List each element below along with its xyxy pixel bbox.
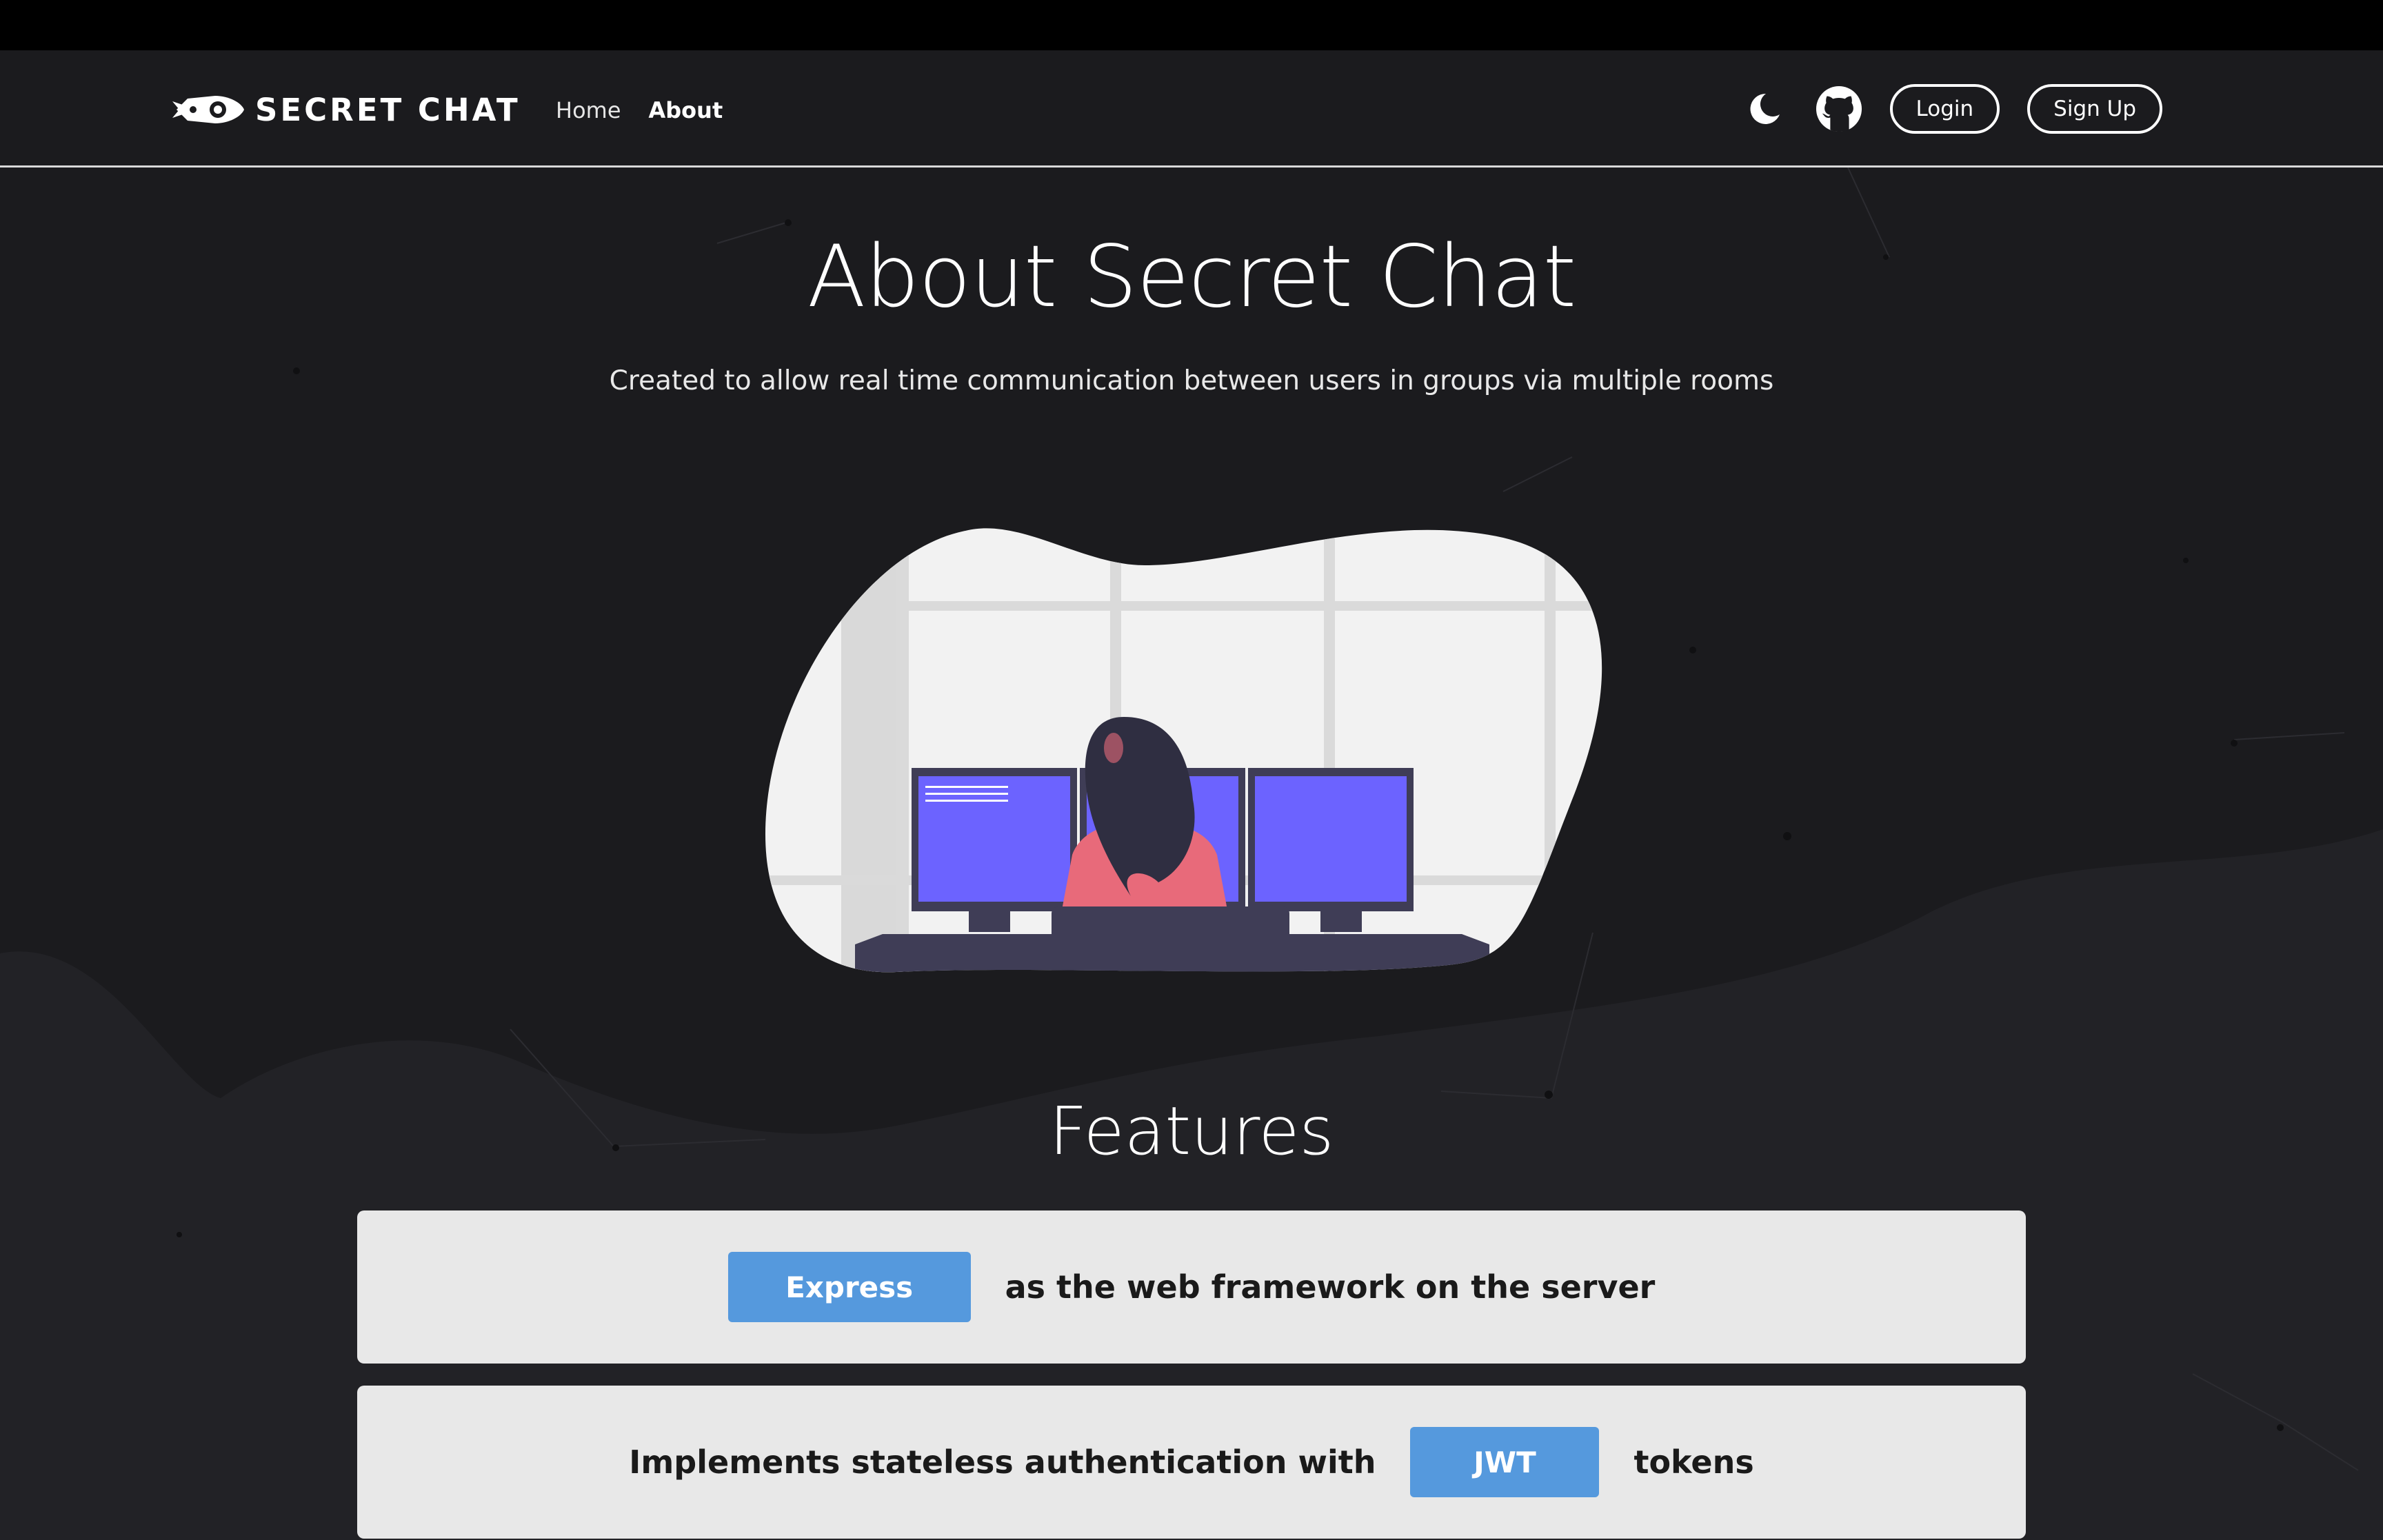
page-title: About Secret Chat [807,227,1577,327]
feature-tag-jwt: JWT [1410,1427,1600,1497]
feature-text-before: Implements stateless authentication with [629,1443,1376,1481]
github-link[interactable] [1816,85,1862,132]
features-title: Features [1049,1093,1334,1170]
signup-button[interactable]: Sign Up [2027,84,2162,134]
feature-text-after: tokens [1633,1443,1754,1481]
nav-link-about[interactable]: About [649,97,723,123]
feature-card-jwt: Implements stateless authentication with… [357,1386,2026,1539]
top-navbar: SECRET CHAT Home About Login Sign Up [0,50,2383,168]
rocket-logo-icon [172,96,244,123]
window-top-bar [0,0,2383,50]
nav-link-home[interactable]: Home [556,97,621,123]
feature-tag-express: Express [727,1252,971,1322]
brand-logo[interactable]: SECRET CHAT [172,88,521,132]
github-icon [1816,85,1862,132]
nav-links: Home About [556,93,723,128]
page-subtitle: Created to allow real time communication… [609,365,1774,396]
woman-at-computers-illustration [765,528,1602,973]
login-button[interactable]: Login [1889,84,2000,134]
brand-name: SECRET CHAT [255,91,521,128]
feature-text: as the web framework on the server [1005,1268,1656,1306]
moon-icon [1750,93,1780,124]
nav-actions: Login Sign Up [1741,81,2162,136]
theme-toggle-button[interactable] [1741,85,1788,132]
feature-card-express: Express as the web framework on the serv… [357,1210,2026,1364]
